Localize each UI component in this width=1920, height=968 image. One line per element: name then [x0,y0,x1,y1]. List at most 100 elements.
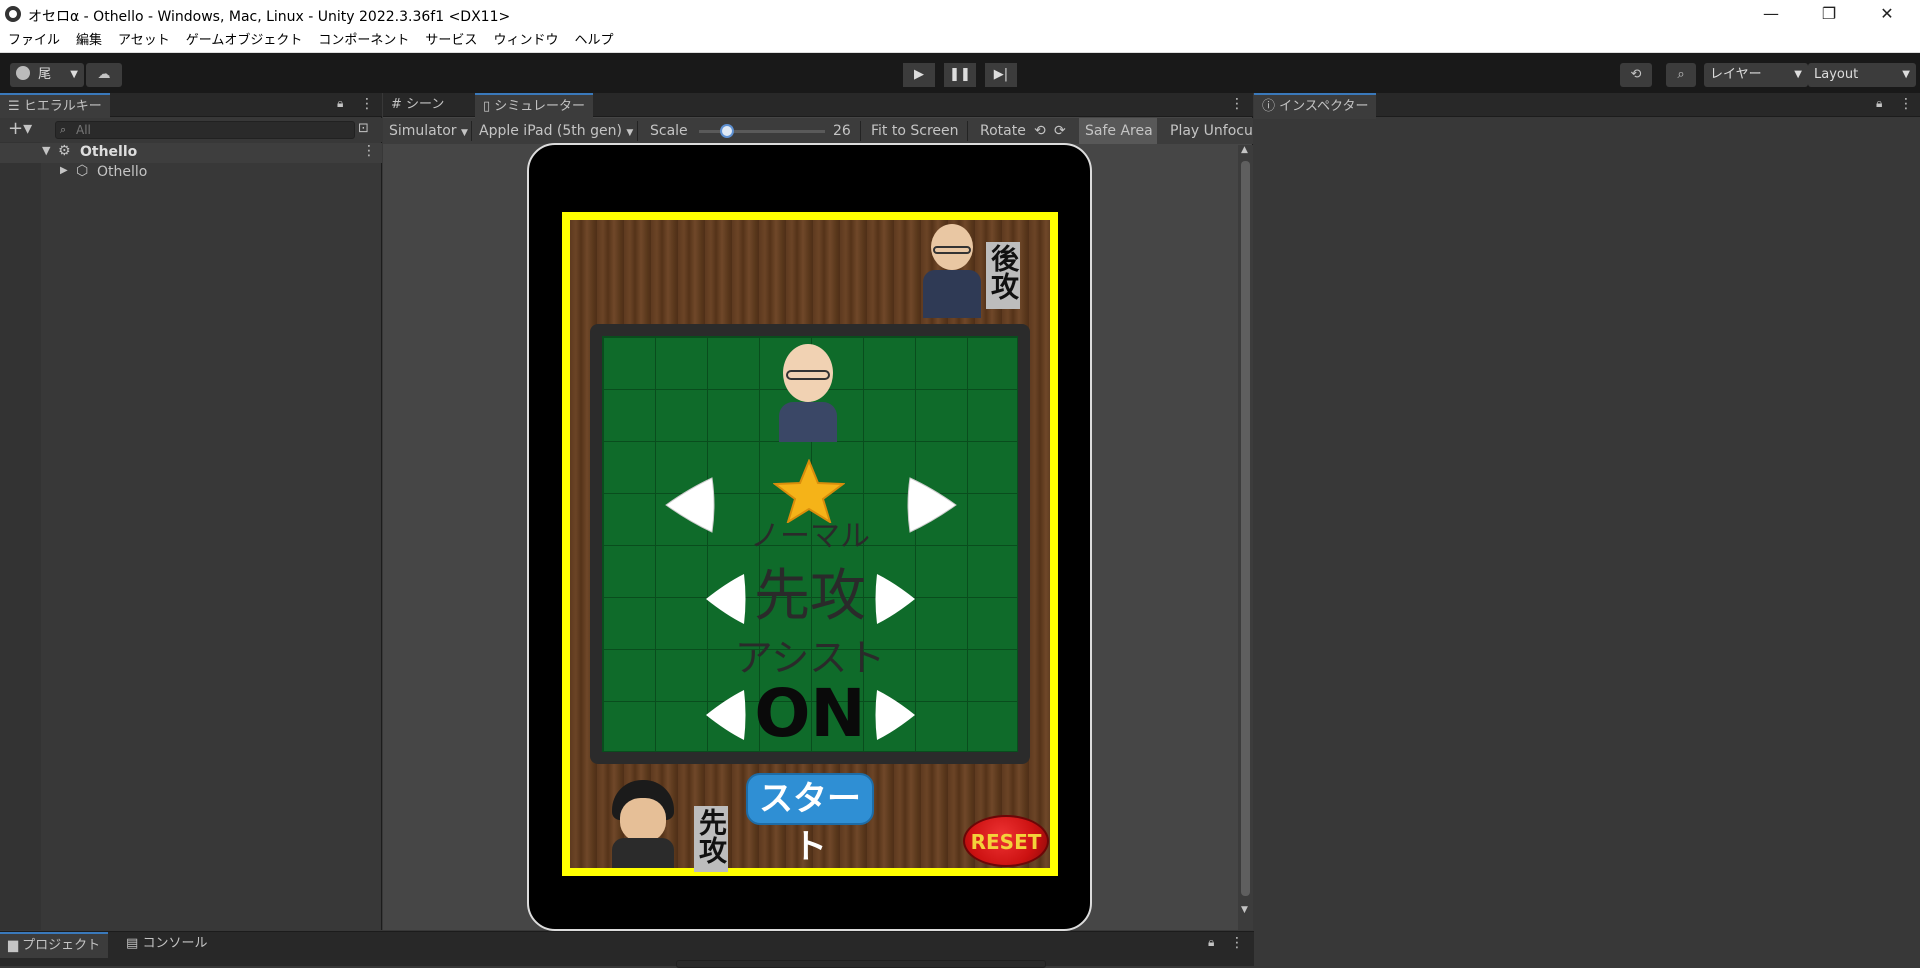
layout-dropdown[interactable]: Layout ▼ [1808,63,1916,87]
rotate-left-icon[interactable]: ⟲ [1034,118,1046,144]
project-search-field[interactable] [676,960,1046,968]
tab-inspector[interactable]: ⓘ インスペクター [1254,93,1377,119]
game-screen: 後攻 ノーマル 先攻 アシスト ON スタート 先攻 RESET [562,212,1058,876]
scrollbar-thumb[interactable] [1241,161,1250,896]
vertical-scrollbar[interactable]: ▲ ▼ [1238,145,1253,930]
tab-hierarchy[interactable]: ☰ ヒエラルキー [0,93,110,119]
rotate-label: Rotate [980,123,1026,139]
tab-project[interactable]: ▆ プロジェクト [0,932,109,958]
kebab-menu-icon[interactable]: ⋮ [360,96,374,112]
pause-button[interactable]: ❚❚ [944,63,976,87]
step-button[interactable]: ▶| [985,63,1017,87]
bottom-panel: ▆ プロジェクト ▤ コンソール 🔒︎ ⋮ [0,931,1254,968]
menu-component[interactable]: コンポーネント [310,29,417,53]
scene-tab-label: シーン [406,97,445,112]
layers-label: レイヤー [1710,67,1762,82]
scroll-up-arrow-icon[interactable]: ▲ [1241,145,1248,155]
close-button[interactable]: ✕ [1858,0,1916,29]
menu-bar: ファイル 編集 アセット ゲームオブジェクト コンポーネント サービス ウィンドウ ヘルプ [0,29,1920,53]
tab-simulator[interactable]: ▯ シミュレーター [475,93,594,119]
divider [471,121,472,141]
first-player-avatar [606,780,680,868]
chevron-down-icon: ▼ [70,69,78,80]
gameobject-row[interactable]: ▶ ⬡ Othello [0,163,382,183]
search-button[interactable]: ⌕ [1666,63,1696,87]
start-button[interactable]: スタート [746,773,874,867]
scale-value: 26 [833,123,851,139]
othello-board: ノーマル 先攻 アシスト ON [590,324,1030,764]
kebab-menu-icon[interactable]: ⋮ [1230,935,1244,951]
play-button[interactable]: ▶ [903,63,935,87]
search-icon: ⌕ [1677,67,1685,82]
scale-label: Scale [650,123,688,139]
first-player-label: 先攻 [694,806,728,872]
center-tabbar: # シーン ▯ シミュレーター ⋮ [383,93,1253,119]
main-toolbar: 尾 ▼ ☁ ▶ ❚❚ ▶| ⟲ ⌕ レイヤー ▼ Layout ▼ [0,53,1920,93]
scale-slider-thumb[interactable] [719,124,734,138]
search-placeholder: All [76,123,91,137]
layers-dropdown[interactable]: レイヤー ▼ [1704,63,1808,87]
menu-services[interactable]: サービス [417,29,485,53]
lock-icon[interactable]: 🔒︎ [1876,96,1882,111]
search-options-icon[interactable]: ⊡ [358,121,369,136]
minimize-button[interactable]: — [1742,0,1800,29]
console-icon: ▤ [126,936,139,951]
expand-triangle-icon[interactable]: ▼ [42,144,50,157]
gameobject-name: Othello [97,164,148,180]
reset-button[interactable]: RESET [963,815,1049,867]
account-label: 尾 [38,67,52,82]
kebab-menu-icon[interactable]: ⋮ [1899,96,1913,112]
hierarchy-toolbar: +▾ ⌕ All ⊡ [0,118,382,142]
menu-assets[interactable]: アセット [110,29,178,53]
maximize-button[interactable]: ❐ [1800,0,1858,29]
inspector-tabbar: ⓘ インスペクター 🔒︎ ⋮ [1254,93,1920,119]
fit-to-screen-button[interactable]: Fit to Screen [871,118,959,144]
grid-icon: # [391,97,402,112]
lock-icon[interactable]: 🔒︎ [1208,935,1214,950]
hierarchy-tab-label: ヒエラルキー [23,99,102,114]
tab-scene[interactable]: # シーン [383,93,452,117]
play-unfocused-toggle[interactable]: Play Unfocu [1170,118,1253,144]
account-dropdown[interactable]: 尾 ▼ [10,63,84,87]
history-button[interactable]: ⟲ [1620,63,1652,87]
title-bar: オセロα - Othello - Windows, Mac, Linux - U… [0,0,1920,29]
device-dropdown[interactable]: Apple iPad (5th gen) ▼ [479,118,633,146]
kebab-menu-icon[interactable]: ⋮ [362,143,376,159]
kebab-menu-icon[interactable]: ⋮ [1230,96,1244,112]
rotate-right-icon[interactable]: ⟳ [1054,118,1066,144]
account-icon [16,66,30,80]
inspector-panel: ⓘ インスペクター 🔒︎ ⋮ [1254,93,1920,930]
play-icon: ▶ [914,67,924,82]
right-arrow-icon [907,477,957,533]
scale-slider[interactable] [699,124,825,138]
scroll-down-arrow-icon[interactable]: ▼ [1241,905,1248,915]
safe-area-toggle[interactable]: Safe Area [1079,118,1157,144]
simulator-dropdown-label: Simulator [389,123,457,139]
cloud-button[interactable]: ☁ [86,63,122,87]
lock-icon[interactable]: 🔒︎ [337,96,343,111]
expand-triangle-icon[interactable]: ▶ [60,165,68,176]
hierarchy-search-field[interactable]: ⌕ All [55,121,355,139]
menu-file[interactable]: ファイル [0,29,68,53]
simulator-toolbar: Simulator ▼ Apple iPad (5th gen) ▼ Scale… [383,118,1253,144]
add-button[interactable]: +▾ [8,118,32,140]
hierarchy-panel: ☰ ヒエラルキー 🔒︎ ⋮ +▾ ⌕ All ⊡ ▼ ⚙ Othello ⋮ ▶… [0,93,382,930]
simulator-dropdown[interactable]: Simulator ▼ [389,118,468,146]
menu-edit[interactable]: 編集 [68,29,110,53]
project-tab-label: プロジェクト [22,938,101,953]
difficulty-next-button[interactable] [904,472,962,538]
menu-window[interactable]: ウィンドウ [485,29,566,53]
chevron-down-icon: ▼ [626,128,634,138]
difficulty-star-icon [772,458,846,525]
chevron-down-icon: ▼ [1794,69,1802,80]
inspector-tab-label: インスペクター [1279,99,1369,114]
unity-logo-icon [5,6,21,22]
chevron-down-icon: ▼ [1902,69,1910,80]
menu-help[interactable]: ヘルプ [566,29,621,53]
scene-row[interactable]: ▼ ⚙ Othello ⋮ [0,143,382,163]
tab-console[interactable]: ▤ コンソール [118,932,215,956]
menu-gameobject[interactable]: ゲームオブジェクト [178,29,311,53]
device-dropdown-label: Apple iPad (5th gen) [479,123,622,139]
assist-value: ON [754,675,866,752]
search-icon: ⌕ [60,123,67,136]
